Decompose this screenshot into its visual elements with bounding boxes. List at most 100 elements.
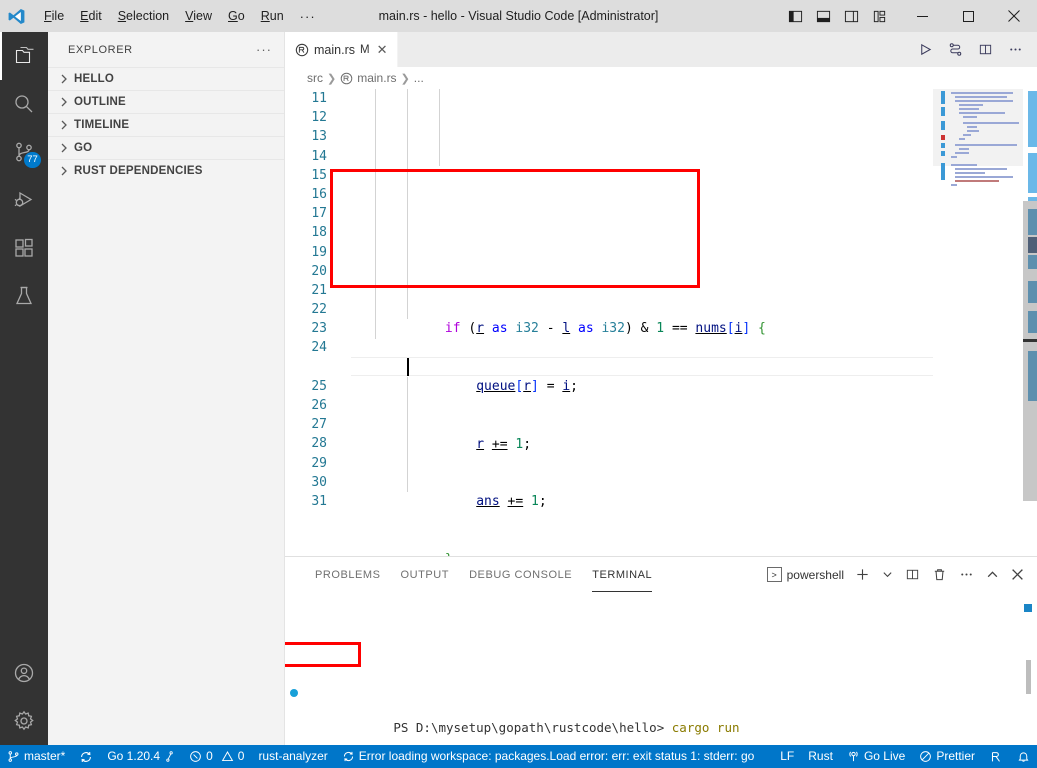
window-close-button[interactable] (991, 0, 1037, 32)
run-task-icon[interactable] (941, 32, 969, 67)
editor-tab-main-rs[interactable]: main.rs M ✕ (285, 32, 399, 67)
status-workspace-error[interactable]: Error loading workspace: packages.Load e… (335, 745, 762, 768)
source-control-badge: 77 (24, 152, 41, 168)
activity-item-extensions[interactable] (0, 224, 48, 272)
status-go-version-label: Go 1.20.4 (107, 749, 161, 763)
line-number: 20 (311, 263, 327, 279)
chevron-down-icon[interactable] (877, 557, 898, 592)
breadcrumb: src ❯ main.rs ❯ ... (285, 67, 1037, 89)
close-panel-icon[interactable] (1006, 557, 1029, 592)
activity-item-run-and-debug[interactable] (0, 176, 48, 224)
toggle-secondary-sidebar-icon[interactable] (837, 0, 865, 32)
result-output-highlight-box (285, 642, 361, 667)
terminal-selector[interactable]: > powershell (766, 567, 848, 582)
indent-guide (407, 377, 408, 492)
beaker-icon (12, 284, 36, 308)
status-rust-analyzer[interactable]: rust-analyzer (251, 745, 334, 768)
code-content[interactable]: 11 12 13 14 15 16 17 18 19 20 21 22 23 2… (285, 89, 1037, 556)
status-notifications[interactable] (1010, 745, 1037, 768)
menu-run[interactable]: Run (253, 5, 292, 27)
status-go-live[interactable]: Go Live (840, 745, 912, 768)
sidebar-more-actions-icon[interactable]: ··· (256, 42, 272, 57)
breadcrumb-item-main-rs[interactable]: main.rs (357, 71, 396, 85)
tab-problems[interactable]: PROBLEMS (305, 557, 391, 592)
status-rust-analyzer-label: rust-analyzer (258, 749, 328, 763)
status-language-mode[interactable]: Rust (801, 745, 840, 768)
split-terminal-icon[interactable] (900, 557, 925, 592)
editor-scrollbar[interactable] (1023, 89, 1037, 556)
close-icon[interactable]: ✕ (377, 42, 388, 58)
toggle-panel-icon[interactable] (809, 0, 837, 32)
breadcrumb-item-more[interactable]: ... (414, 71, 424, 85)
kill-terminal-icon[interactable] (927, 557, 952, 592)
bottom-panel: PROBLEMS OUTPUT DEBUG CONSOLE TERMINAL >… (285, 556, 1037, 745)
line-number: 16 (311, 186, 327, 202)
breadcrumb-item-src[interactable]: src (307, 71, 323, 85)
indent-guide (375, 89, 376, 339)
tab-terminal[interactable]: TERMINAL (582, 557, 662, 592)
menu-view[interactable]: View (177, 5, 220, 27)
status-go-version[interactable]: Go 1.20.4 (100, 745, 182, 768)
customize-layout-icon[interactable] (865, 0, 893, 32)
menu-selection[interactable]: Selection (110, 5, 177, 27)
toggle-primary-sidebar-icon[interactable] (781, 0, 809, 32)
status-prettier[interactable]: Prettier (912, 745, 982, 768)
sidebar-item-outline[interactable]: OUTLINE (48, 90, 284, 113)
line-number: 21 (311, 282, 327, 298)
activity-item-accounts[interactable] (0, 649, 48, 697)
terminal-output[interactable]: PS D:\mysetup\gopath\rustcode\hello> car… (285, 592, 1037, 745)
code-editor[interactable]: 11 12 13 14 15 16 17 18 19 20 21 22 23 2… (285, 89, 1037, 556)
status-eol[interactable]: LF (773, 745, 801, 768)
line-number: 18 (311, 225, 327, 241)
line-number: 31 (311, 493, 327, 509)
new-terminal-icon[interactable] (850, 557, 875, 592)
menu-more-button[interactable]: ··· (292, 6, 324, 27)
editor-group: main.rs M ✕ src ❯ main.rs ❯ ... 11 12 13… (285, 32, 1037, 556)
menu-file[interactable]: File (36, 5, 72, 27)
title-bar: File Edit Selection View Go Run ··· main… (0, 0, 1037, 32)
activity-item-explorer[interactable] (0, 32, 48, 80)
sidebar-title: EXPLORER (68, 43, 133, 56)
activity-bar: 77 (0, 32, 48, 745)
folding-gutter[interactable] (337, 89, 351, 556)
activity-item-source-control[interactable]: 77 (0, 128, 48, 176)
menu-bar[interactable]: File Edit Selection View Go Run ··· (36, 0, 324, 32)
sidebar-item-go[interactable]: GO (48, 136, 284, 159)
more-actions-icon[interactable] (954, 557, 979, 592)
status-remote[interactable] (982, 745, 1010, 768)
status-branch[interactable]: master* (0, 745, 72, 768)
prettier-icon (919, 750, 932, 763)
tab-debug-console[interactable]: DEBUG CONSOLE (459, 557, 582, 592)
menu-edit[interactable]: Edit (72, 5, 110, 27)
split-editor-icon[interactable] (971, 32, 999, 67)
tab-output[interactable]: OUTPUT (391, 557, 460, 592)
minimap[interactable] (933, 89, 1023, 556)
chevron-right-icon (56, 117, 72, 133)
bell-icon (1017, 750, 1030, 763)
maximize-panel-icon[interactable] (981, 557, 1004, 592)
debug-icon (12, 188, 36, 212)
sidebar-item-hello[interactable]: HELLO (48, 67, 284, 90)
more-actions-icon[interactable] (1001, 32, 1029, 67)
status-problems[interactable]: 0 0 (182, 745, 251, 768)
menu-go[interactable]: Go (220, 5, 253, 27)
status-bar: master* Go 1.20.4 0 0 rust-analyzer Erro… (0, 745, 1037, 768)
status-sync[interactable] (72, 745, 100, 768)
chevron-right-icon: ❯ (327, 72, 337, 85)
line-number: 30 (311, 474, 327, 490)
activity-item-manage[interactable] (0, 697, 48, 745)
command-status-icon (290, 688, 298, 697)
sidebar-item-rust-dependencies-label: RUST DEPENDENCIES (74, 165, 203, 177)
run-icon[interactable] (911, 32, 939, 67)
activity-item-search[interactable] (0, 80, 48, 128)
line-number: 12 (311, 110, 327, 126)
window-minimize-button[interactable] (899, 0, 945, 32)
sidebar-item-timeline[interactable]: TIMELINE (48, 113, 284, 136)
line-number: 17 (311, 206, 327, 222)
window-maximize-button[interactable] (945, 0, 991, 32)
account-icon (12, 661, 36, 685)
sidebar-item-rust-dependencies[interactable]: RUST DEPENDENCIES (48, 159, 284, 182)
activity-item-testing[interactable] (0, 272, 48, 320)
panel-actions: > powershell (766, 557, 1037, 592)
vscode-logo-icon (0, 0, 32, 32)
